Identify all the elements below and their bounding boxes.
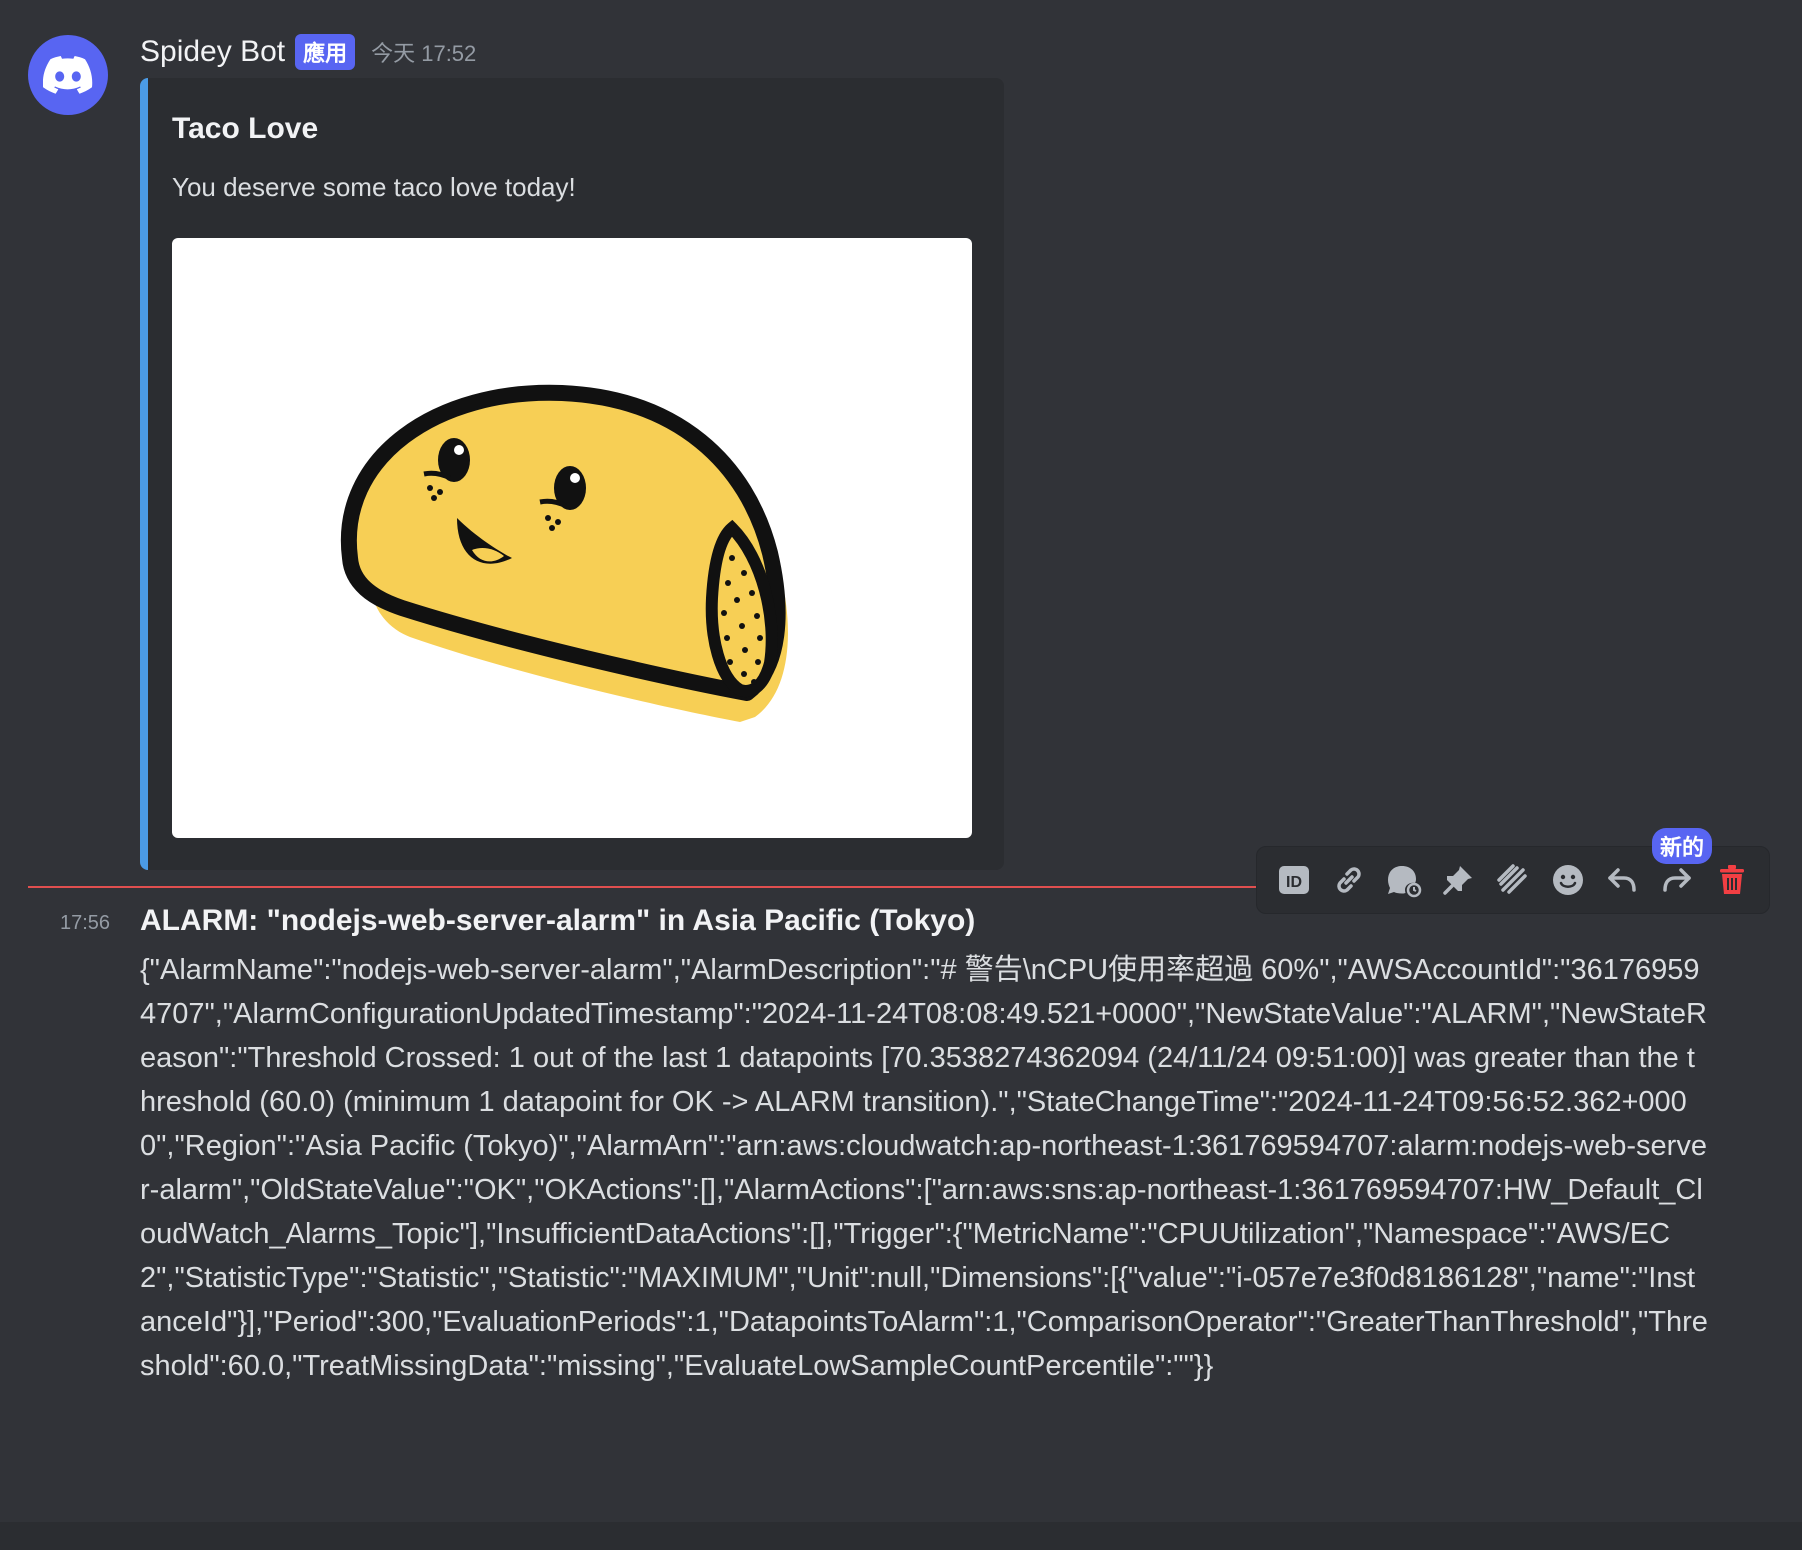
forward-button[interactable] xyxy=(1655,858,1699,902)
reply-icon xyxy=(1608,868,1637,892)
pin-icon xyxy=(1443,866,1473,895)
embed-card: Taco Love You deserve some taco love tod… xyxy=(140,78,1004,870)
alarm-json-body: {"AlarmName":"nodejs-web-server-alarm","… xyxy=(140,954,1708,1382)
add-reaction-button[interactable] xyxy=(1546,858,1590,902)
taco-illustration xyxy=(340,384,788,722)
bottom-edge xyxy=(0,1522,1802,1550)
delete-message-button[interactable] xyxy=(1710,858,1754,902)
trash-icon xyxy=(1719,865,1744,894)
id-icon: ID xyxy=(1279,866,1310,894)
copy-link-button[interactable] xyxy=(1327,858,1371,902)
svg-text:ID: ID xyxy=(1286,874,1302,891)
message-spidey-bot: Spidey Bot 應用 今天 17:52 Taco Love You des… xyxy=(0,0,1802,880)
discord-logo-icon xyxy=(43,56,93,94)
username[interactable]: Spidey Bot xyxy=(140,35,285,69)
emoji-icon xyxy=(1552,865,1583,895)
bot-avatar[interactable] xyxy=(28,35,108,115)
app-badge: 應用 xyxy=(295,34,356,70)
pin-message-button[interactable] xyxy=(1436,858,1480,902)
boost-button[interactable] xyxy=(1491,858,1535,902)
embed-description: You deserve some taco love today! xyxy=(172,172,576,202)
alarm-title: ALARM: "nodejs-web-server-alarm" in Asia… xyxy=(140,904,976,937)
message-header: Spidey Bot 應用 今天 17:52 xyxy=(140,34,476,70)
new-messages-divider xyxy=(28,886,1258,888)
embed-title: Taco Love xyxy=(172,112,319,145)
link-icon xyxy=(1337,867,1361,893)
create-thread-button[interactable] xyxy=(1382,858,1426,902)
forward-icon xyxy=(1663,868,1691,892)
boost-icon xyxy=(1497,864,1527,894)
message-timestamp: 今天 17:52 xyxy=(371,41,477,66)
new-badge: 新的 xyxy=(1652,828,1713,864)
copy-id-button[interactable]: ID xyxy=(1272,858,1316,902)
reply-button[interactable] xyxy=(1600,858,1644,902)
message-timestamp-2: 17:56 xyxy=(60,912,111,934)
embed-image[interactable] xyxy=(172,238,972,838)
thread-icon xyxy=(1387,866,1421,898)
